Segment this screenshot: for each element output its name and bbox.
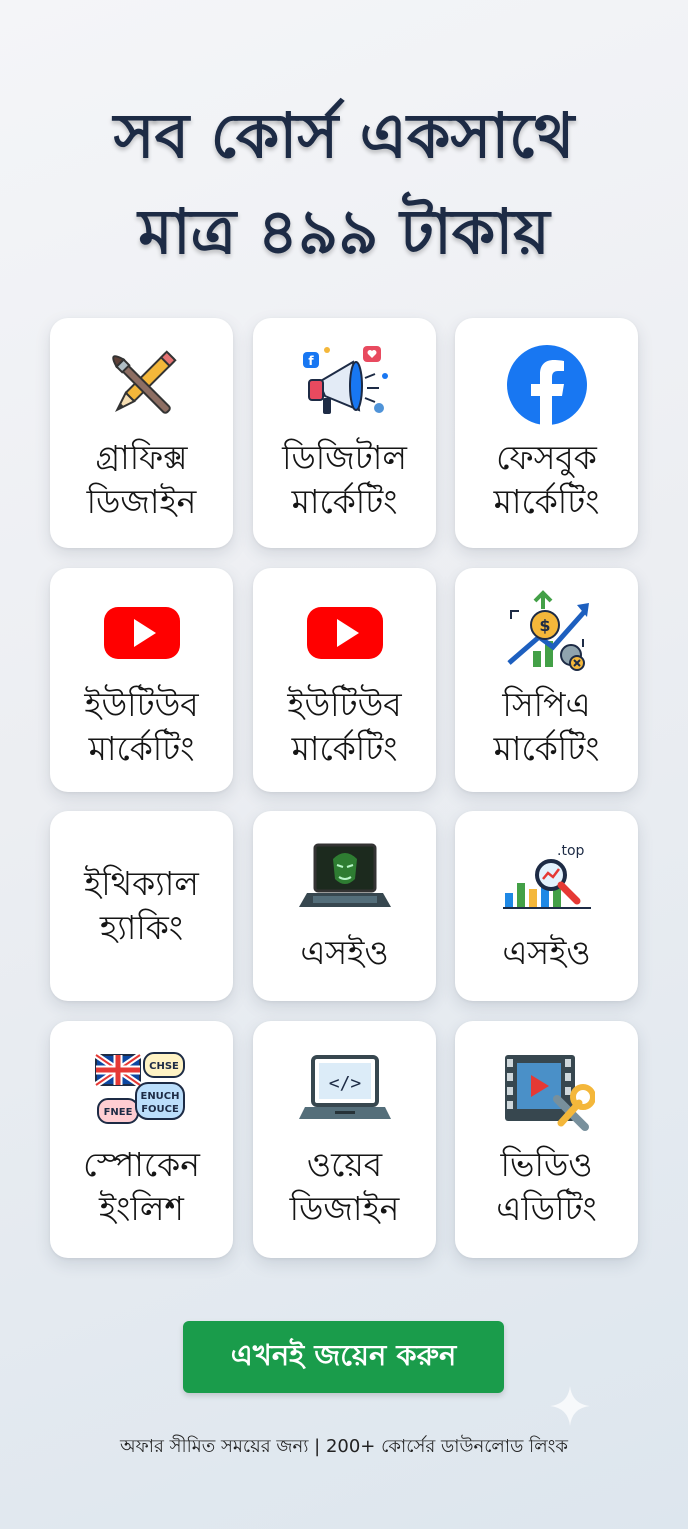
course-card-spoken-english[interactable]: CHSE FNEE ENUCH FOUCE স্পোকেন ইংলিশ: [50, 1021, 233, 1258]
bubble-text-2: ENUCH: [140, 1091, 179, 1102]
svg-text:$: $: [539, 616, 550, 635]
svg-text:</>: </>: [328, 1073, 361, 1094]
bubble-text-1: CHSE: [149, 1061, 179, 1072]
course-label: ভিডিও এডিটিং: [496, 1144, 597, 1228]
course-label: গ্রাফিক্স ডিজাইন: [86, 438, 197, 521]
seo-chart-icon: .top: [499, 837, 595, 923]
course-card-youtube-marketing[interactable]: ইউটিউব মার্কেটিং: [50, 568, 233, 792]
course-card-cpa-marketing[interactable]: $ সিপিএ মার্কেটিং: [455, 568, 638, 792]
youtube-icon: [94, 589, 190, 675]
course-card-digital-marketing[interactable]: f ডিজিটাল মার্কেটিং: [253, 318, 436, 548]
seo-top-text: .top: [557, 843, 585, 859]
course-card-video-editing[interactable]: ভিডিও এডিটিং: [455, 1021, 638, 1258]
course-card-graphics-design[interactable]: গ্রাফিক্স ডিজাইন: [50, 318, 233, 548]
course-card-youtube-marketing-2[interactable]: ইউটিউব মার্কেটিং: [253, 568, 436, 792]
growth-chart-icon: $: [499, 589, 595, 675]
svg-text:f: f: [308, 354, 314, 368]
hacker-laptop-icon: [297, 837, 393, 923]
join-now-button[interactable]: এখনই জয়েন করুন: [183, 1321, 504, 1393]
facebook-icon: [499, 342, 595, 428]
sparkle-icon: [550, 1386, 590, 1426]
footer-note: অফার সীমিত সময়ের জন্য | 200+ কোর্সের ডা…: [120, 1436, 568, 1457]
course-card-seo-2[interactable]: .top এসইও: [455, 811, 638, 1001]
language-bubbles-icon: CHSE FNEE ENUCH FOUCE: [93, 1049, 190, 1135]
course-label: ইউটিউব মার্কেটিং: [84, 685, 199, 768]
course-card-seo[interactable]: এসইও: [253, 811, 436, 1001]
course-label: ইউটিউব মার্কেটিং: [287, 685, 402, 768]
code-laptop-icon: </>: [297, 1049, 393, 1135]
bubble-text-4: FNEE: [103, 1107, 132, 1118]
video-editing-icon: [499, 1049, 595, 1135]
megaphone-icon: f: [297, 342, 393, 428]
course-card-ethical-hacking[interactable]: ইথিক্যাল হ্যাকিং: [50, 811, 233, 1001]
youtube-icon: [297, 589, 393, 675]
course-grid: গ্রাফিক্স ডিজাইন f ডিজিটাল মার্কেটিং ফেস…: [0, 0, 688, 1529]
course-card-facebook-marketing[interactable]: ফেসবুক মার্কেটিং: [455, 318, 638, 548]
course-label: ইথিক্যাল হ্যাকিং: [84, 864, 199, 947]
course-label: এসইও: [300, 933, 389, 972]
bubble-text-3: FOUCE: [141, 1104, 179, 1115]
course-label: ডিজিটাল মার্কেটিং: [282, 438, 407, 521]
course-label: ওয়েব ডিজাইন: [289, 1144, 400, 1228]
course-label: এসইও: [502, 933, 591, 972]
course-label: ফেসবুক মার্কেটিং: [493, 438, 600, 521]
course-card-web-design[interactable]: </> ওয়েব ডিজাইন: [253, 1021, 436, 1258]
course-label: সিপিএ মার্কেটিং: [493, 685, 600, 768]
pencil-brush-icon: [94, 342, 190, 428]
course-label: স্পোকেন ইংলিশ: [83, 1144, 200, 1228]
